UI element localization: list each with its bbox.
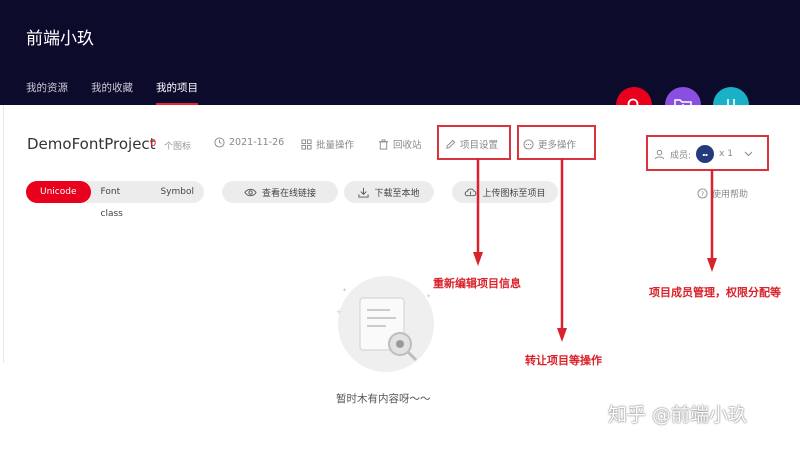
tab-unicode[interactable]: Unicode: [26, 181, 91, 203]
content-left-border: [0, 105, 4, 363]
nav-my-favorites[interactable]: 我的收藏: [91, 80, 133, 105]
annotation-edit-info: 重新编辑项目信息: [433, 277, 521, 290]
created-date: 2021-11-26: [214, 137, 284, 148]
svg-text:+: +: [336, 308, 342, 316]
trash-icon: [378, 138, 389, 150]
annotation-box-more: [517, 125, 596, 160]
created-date-text: 2021-11-26: [229, 137, 285, 148]
annotation-arrow-more: [557, 158, 567, 342]
annotation-box-settings: [437, 125, 511, 160]
svg-text:✦: ✦: [342, 287, 347, 294]
nav-my-projects[interactable]: 我的项目: [156, 80, 198, 105]
view-online-link-button[interactable]: 查看在线链接: [222, 181, 338, 203]
project-title: DemoFontProject: [27, 135, 156, 153]
icon-count-unit: 个图标: [164, 142, 192, 152]
tab-symbol[interactable]: Symbol: [150, 181, 204, 203]
empty-document-search-icon: + ✦ ✦: [336, 287, 431, 362]
annotation-arrow-members: [707, 170, 717, 272]
empty-state-text: 暂时木有内容呀～～: [336, 393, 431, 405]
annotation-members-mgmt: 项目成员管理，权限分配等: [649, 286, 781, 299]
annotation-box-members: [646, 135, 769, 171]
grid-icon: [301, 138, 312, 150]
upload-icons-button[interactable]: 上传图标至项目: [452, 181, 558, 203]
clock-icon: [214, 137, 225, 148]
batch-operation-button[interactable]: 批量操作: [301, 137, 354, 151]
eye-icon: [244, 188, 257, 196]
annotation-arrow-settings: [473, 158, 483, 266]
tab-font-class[interactable]: Font class: [91, 181, 151, 219]
recycle-bin-button[interactable]: 回收站: [378, 137, 422, 151]
recycle-bin-label: 回收站: [393, 140, 422, 151]
view-online-link-label: 查看在线链接: [261, 188, 316, 199]
annotation-transfer: 转让项目等操作: [525, 354, 602, 367]
batch-operation-label: 批量操作: [316, 140, 355, 151]
download-icon: [358, 187, 370, 198]
main-nav: 我的资源 我的收藏 我的项目: [26, 80, 221, 105]
font-type-tabs: Unicode Font class Symbol: [26, 181, 204, 219]
download-button[interactable]: 下载至本地: [344, 181, 434, 203]
upload-icons-label: 上传图标至项目: [482, 188, 546, 199]
brand-logo-text[interactable]: 前端小玖: [26, 24, 94, 49]
download-label: 下载至本地: [374, 188, 420, 199]
svg-text:✦: ✦: [426, 293, 431, 300]
watermark: 知乎 @前端小玖: [608, 404, 748, 426]
nav-my-resources[interactable]: 我的资源: [26, 80, 68, 105]
icon-count: 0: [150, 138, 157, 149]
